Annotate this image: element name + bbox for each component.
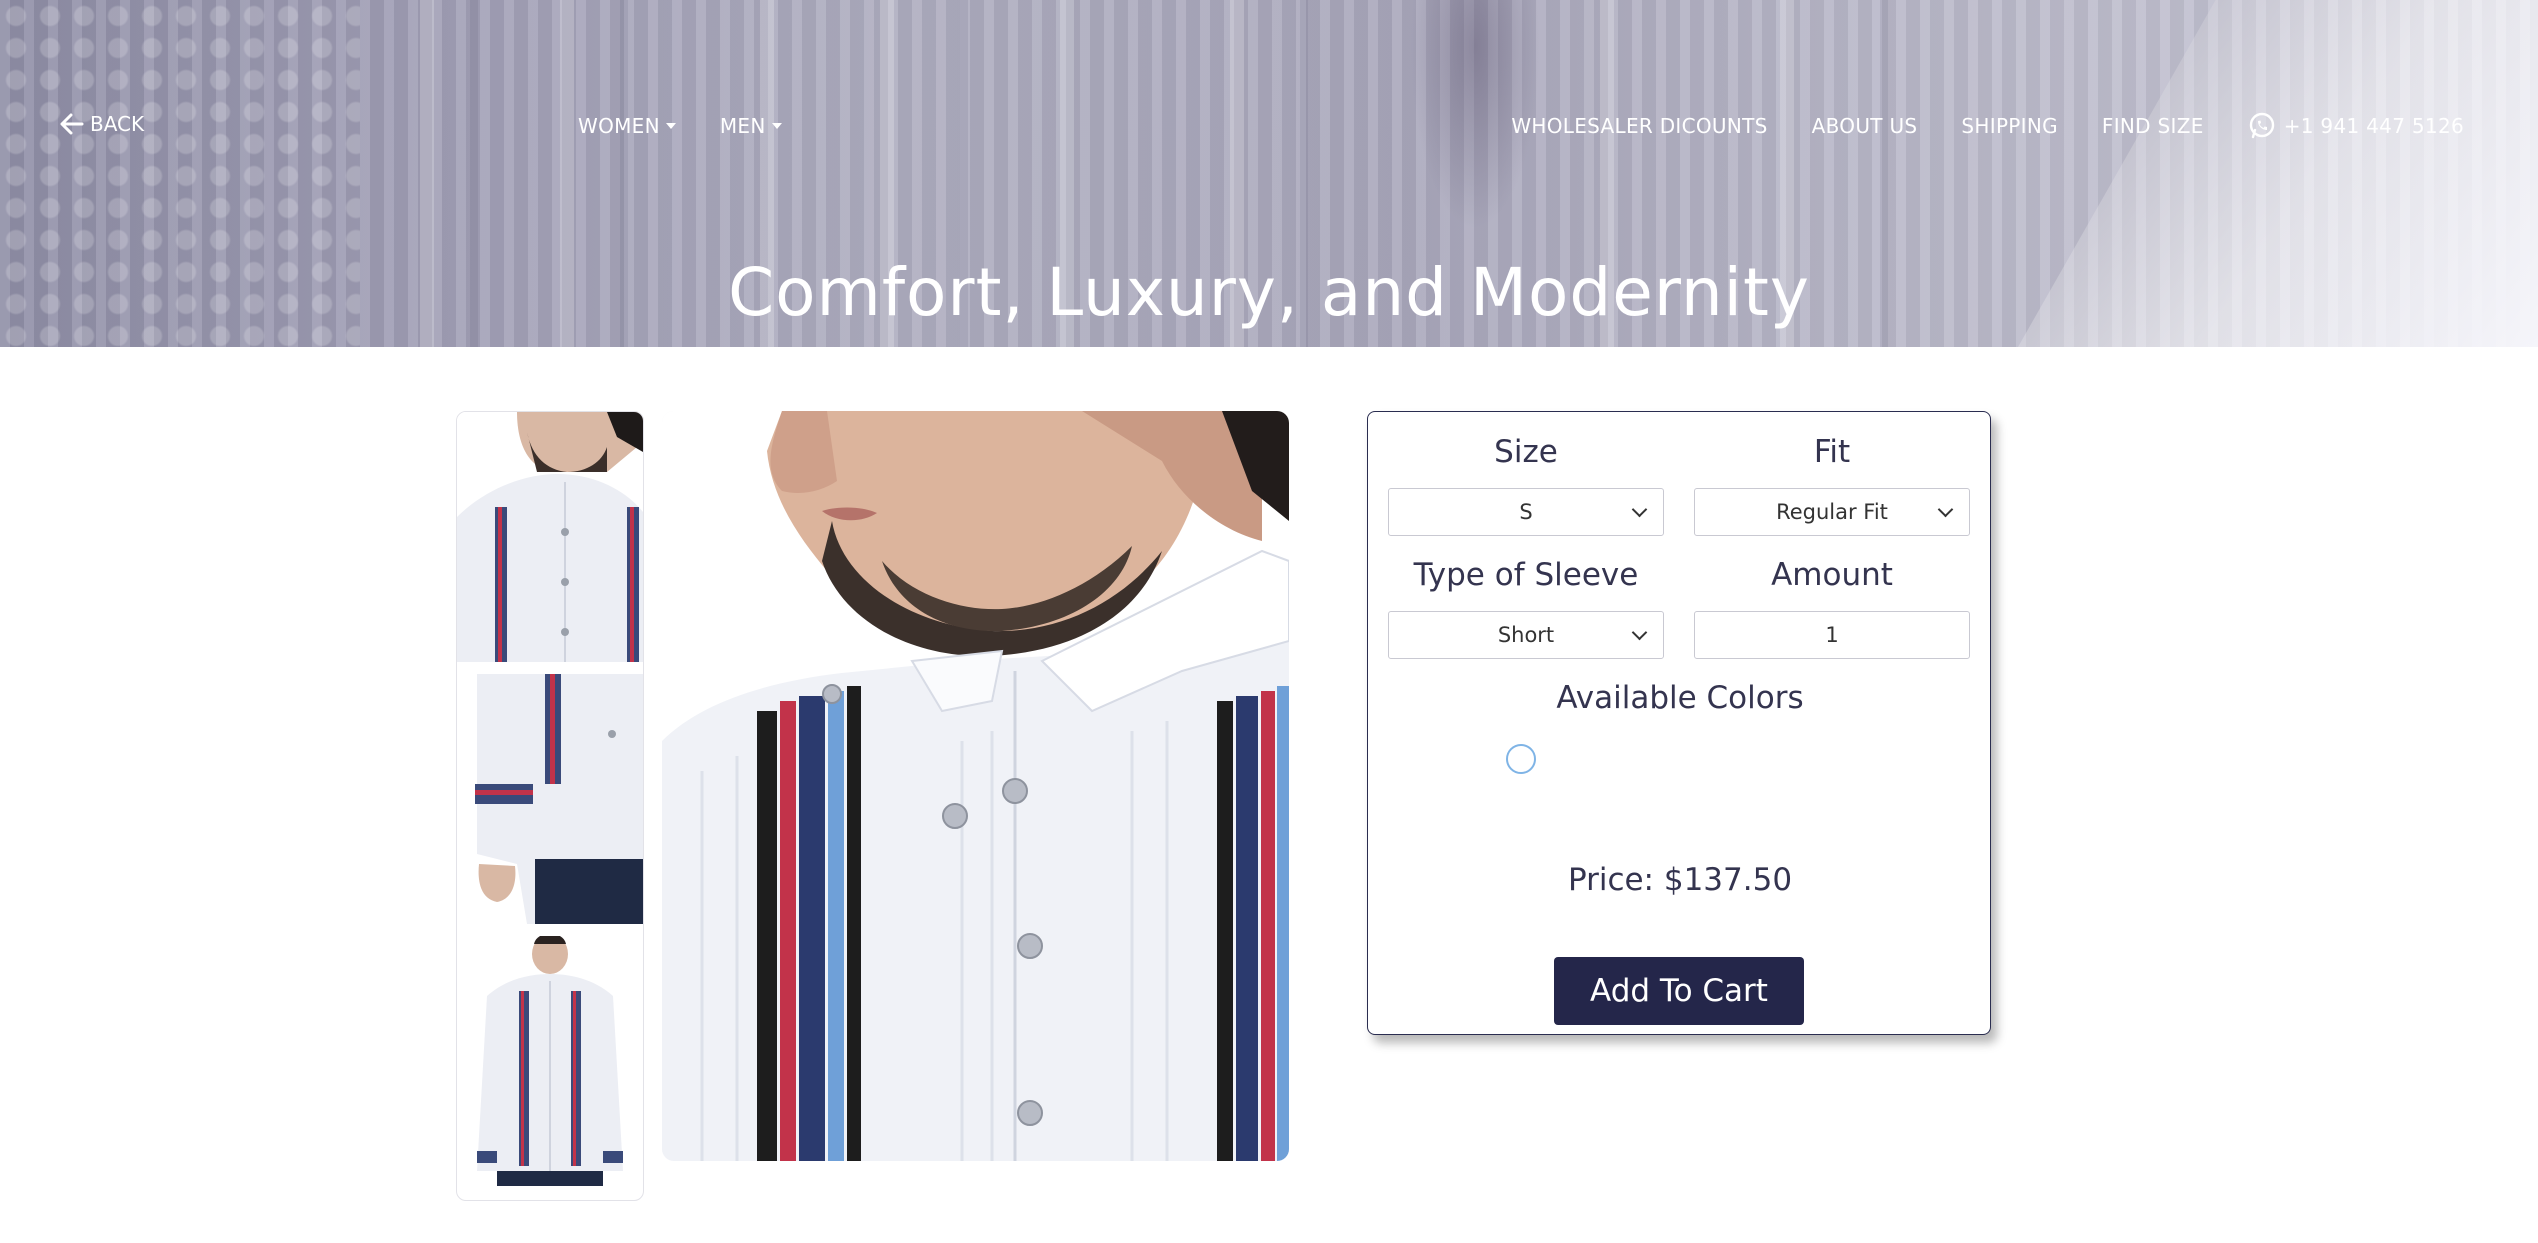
fit-select[interactable]: Regular Fit bbox=[1694, 488, 1970, 536]
product-photo-main bbox=[662, 411, 1289, 1161]
nav-wholesaler-discounts[interactable]: WHOLESALER DICOUNTS bbox=[1511, 114, 1767, 138]
size-select[interactable]: S bbox=[1388, 488, 1664, 536]
sleeve-select[interactable]: Short bbox=[1388, 611, 1664, 659]
whatsapp-icon bbox=[2249, 112, 2274, 139]
nav-shipping[interactable]: SHIPPING bbox=[1961, 114, 2058, 138]
nav-main: WOMEN MEN bbox=[578, 114, 782, 138]
hero-title: Comfort, Luxury, and Modernity bbox=[728, 254, 1810, 331]
amount-input[interactable]: 1 bbox=[1694, 611, 1970, 659]
nav-women-dropdown[interactable]: WOMEN bbox=[578, 114, 676, 138]
product-thumbnail-3[interactable] bbox=[457, 936, 643, 1186]
product-photo bbox=[457, 412, 643, 662]
chevron-down-icon bbox=[1937, 501, 1954, 518]
add-to-cart-button[interactable]: Add To Cart bbox=[1554, 957, 1804, 1025]
amount-label: Amount bbox=[1771, 557, 1893, 593]
caret-down-icon bbox=[665, 123, 676, 129]
price-text: Price: $137.50 bbox=[1567, 862, 1793, 898]
size-label: Size bbox=[1494, 434, 1558, 470]
back-label: BACK bbox=[90, 112, 145, 136]
product-photo bbox=[457, 936, 643, 1186]
available-colors-label: Available Colors bbox=[1556, 680, 1804, 716]
nav-find-size[interactable]: FIND SIZE bbox=[2102, 114, 2204, 138]
caret-down-icon bbox=[771, 123, 782, 129]
product-options-panel: Size Fit S Regular Fit Type of Sleeve Am… bbox=[1367, 411, 1991, 1035]
hero-banner: BACK WOMEN MEN WHOLESALER DICOUNTS ABOUT… bbox=[0, 0, 2538, 347]
product-thumbnail-1[interactable] bbox=[457, 412, 643, 662]
fit-label: Fit bbox=[1813, 434, 1851, 470]
sleeve-label: Type of Sleeve bbox=[1413, 557, 1639, 593]
product-thumbnail-2[interactable] bbox=[457, 674, 643, 924]
thumbnail-gallery bbox=[456, 411, 644, 1201]
product-main-image[interactable] bbox=[662, 411, 1289, 1161]
chevron-down-icon bbox=[1631, 624, 1648, 641]
arrow-left-icon bbox=[60, 113, 84, 135]
color-swatch[interactable] bbox=[1506, 744, 1536, 774]
nav-about-us[interactable]: ABOUT US bbox=[1812, 114, 1918, 138]
nav-men-dropdown[interactable]: MEN bbox=[720, 114, 782, 138]
nav-secondary: WHOLESALER DICOUNTS ABOUT US SHIPPING FI… bbox=[1511, 112, 2464, 140]
product-photo bbox=[457, 674, 643, 924]
chevron-down-icon bbox=[1631, 501, 1648, 518]
back-link[interactable]: BACK bbox=[60, 112, 144, 136]
whatsapp-phone-link[interactable]: +1 941 447 5126 bbox=[2248, 112, 2464, 140]
